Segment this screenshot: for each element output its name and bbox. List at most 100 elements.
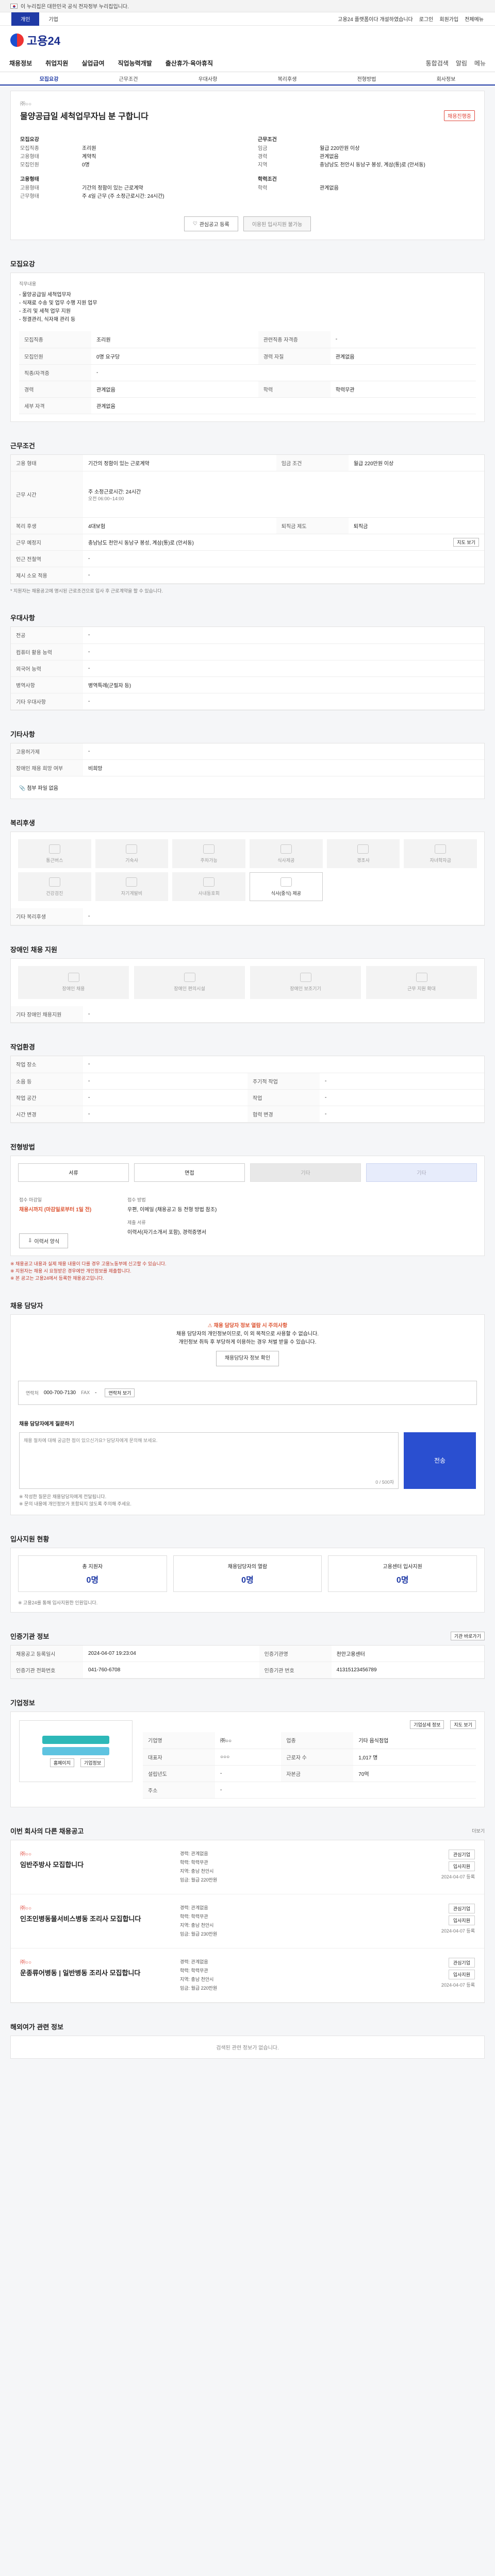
tab-requirements[interactable]: 모집요강 [9, 72, 89, 84]
field-key: 근무 시간 [11, 471, 83, 518]
resume-download-button[interactable]: ⇩ 이력서 양식 [19, 1233, 69, 1248]
step-other: 기타 [250, 1163, 361, 1182]
homepage-link[interactable]: 홈페이지 [50, 1758, 74, 1767]
job-apply-button[interactable]: 입사지원 [448, 1915, 475, 1925]
welfare-label: 건강검진 [46, 890, 63, 896]
summary-key: 모집직종 [20, 146, 39, 151]
more-link[interactable]: 더보기 [472, 1827, 485, 1834]
summary-section-title: 근무조건 [258, 137, 277, 143]
company-map-button[interactable]: 지도 보기 [450, 1720, 476, 1729]
stat-card: 고용센터 입사지원 0명 [328, 1555, 477, 1592]
field-value: - [83, 1106, 248, 1123]
field-value: - [320, 1073, 484, 1090]
interest-company-button[interactable]: 관심기업 [448, 1903, 475, 1913]
section-title: 기타사항 [10, 730, 35, 738]
apply-button[interactable]: 이용된 입사지원 불가능 [243, 216, 311, 231]
field-value: ㈜○○ [215, 1732, 282, 1749]
field-key: 소음 등 [11, 1073, 83, 1090]
interest-button[interactable]: ♡ 관심공고 등록 [184, 216, 238, 231]
company-logo: 홈페이지 기업정보 [19, 1720, 133, 1782]
job-headline: 물양공급일 세척업무자님 분 구합니다 [20, 112, 148, 121]
tab-welfare[interactable]: 복리후생 [248, 72, 327, 84]
list-item[interactable]: ㈜○○ 임반주방사 모집합니다 경력: 관계없음 학력: 학력무관 지역: 충남 천안… [11, 1840, 484, 1894]
tab-preference[interactable]: 우대사항 [168, 72, 248, 84]
welfare-label: 식사제공 [277, 857, 295, 863]
job-title[interactable]: 임반주방사 모집합니다 [20, 1859, 175, 1869]
field-key: 외국어 능력 [11, 660, 83, 677]
map-button[interactable]: 지도 보기 [453, 538, 479, 547]
view-contact-button[interactable]: 연락처 보기 [105, 1388, 135, 1397]
menu-icon[interactable]: 메뉴 [474, 59, 486, 67]
disability-label: 근무 지원 확대 [407, 986, 436, 991]
interest-company-button[interactable]: 관심기업 [448, 1849, 475, 1859]
field-value: 천안고용센터 [331, 1645, 484, 1662]
company-info-link[interactable]: 기업정보 [80, 1758, 105, 1767]
work-time-cell: 주 소정근로시간: 24시간 오전 06:00~14:00 [83, 471, 484, 518]
summary-key: 근무형태 [20, 194, 39, 199]
job-date: 2024-04-07 등록 [441, 1982, 475, 1988]
stat-value: 0명 [396, 1575, 409, 1585]
summary-value: 관계없음 [320, 185, 339, 191]
all-menu-link[interactable]: 전체메뉴 [465, 15, 484, 23]
contact-value: 000-700-7130 [43, 1389, 76, 1396]
list-item[interactable]: ㈜○○ 인조인병동물서비스병동 조리사 모집합니다 경력: 관계없음 학력: 학력무… [11, 1894, 484, 1948]
nav-support[interactable]: 취업지원 [45, 59, 68, 67]
gov-banner: 이 누리집은 대한민국 공식 전자정부 누리집입니다. [0, 0, 495, 12]
summary-key: 임금 [258, 146, 268, 151]
signup-link[interactable]: 회원가입 [439, 15, 458, 23]
agency-link-button[interactable]: 기관 바로가기 [450, 1631, 485, 1640]
notice-link[interactable]: 고용24 플랫폼이다 개설하였습니다 [338, 15, 412, 23]
field-key: 협력 변경 [248, 1106, 320, 1123]
welfare-section: 복리후생 통근버스 기숙사 주차가능 식사제공 경조사 자녀학자금 건강검진 자… [10, 818, 485, 926]
bell-icon[interactable]: 알림 [456, 59, 467, 67]
tab-company[interactable]: 회사정보 [406, 72, 486, 84]
field-key: 세부 자격 [19, 397, 91, 414]
job-meta: 지역: 충남 천안시 [180, 1922, 214, 1928]
section-title: 전형방법 [10, 1143, 35, 1151]
etc-table: 고용허가제 - 장애인 채용 희망 여부 비희망 [11, 743, 484, 776]
tab-process[interactable]: 전형방법 [327, 72, 406, 84]
applicant-stats: 총 지원자 0명 채용담당자의 열람 0명 고용센터 입사지원 0명 [11, 1548, 484, 1599]
nav-leave[interactable]: 출산휴가·육아휴직 [166, 59, 213, 67]
site-logo[interactable]: 고용24 [10, 32, 60, 48]
question-textarea[interactable]: 채용 절차에 대해 궁금한 점이 있으신가요? 담당자에게 문의해 보세요. 0… [19, 1432, 399, 1489]
step-document: 서류 [18, 1163, 129, 1182]
field-value: - [215, 1765, 282, 1782]
field-value: 조리원 [91, 331, 258, 348]
send-question-button[interactable]: 전송 [404, 1432, 476, 1489]
summary-section-title: 학력조건 [258, 177, 277, 182]
tab-conditions[interactable]: 근무조건 [89, 72, 168, 84]
field-key: 기타 복리후생 [11, 908, 83, 925]
similar-jobs-section: 이번 회사의 다른 채용공고 더보기 ㈜○○ 임반주방사 모집합니다 경력: 관계… [10, 1826, 485, 2003]
login-link[interactable]: 로그인 [419, 15, 434, 23]
open-contact-button[interactable]: 채용담당자 정보 확인 [216, 1350, 279, 1366]
list-item[interactable]: ㈜○○ 운종류어병동 | 일반병동 조리사 모집합니다 경력: 관계없음 학력: 학… [11, 1948, 484, 2003]
welfare-item: 자기계발비 [95, 872, 169, 901]
job-list: ㈜○○ 임반주방사 모집합니다 경력: 관계없음 학력: 학력무관 지역: 충남 천안… [10, 1839, 485, 2003]
job-title[interactable]: 운종류어병동 | 일반병동 조리사 모집합니다 [20, 1968, 175, 1977]
tab-personal[interactable]: 개인 [11, 12, 40, 26]
school-icon [435, 844, 447, 854]
disability-item: 장애인 채용 [18, 965, 129, 999]
job-apply-button[interactable]: 입사지원 [448, 1969, 475, 1979]
meal-icon [280, 844, 292, 854]
field-value: 월급 220만원 이상 [348, 454, 484, 471]
welfare-label: 식사(중식) 제공 [271, 890, 301, 896]
job-apply-button[interactable]: 입사지원 [448, 1861, 475, 1871]
field-key: 기타 장애인 채용지원 [11, 1006, 83, 1023]
tab-business[interactable]: 기업 [39, 12, 67, 26]
nav-unemployment[interactable]: 실업급여 [81, 59, 104, 67]
gift-icon [357, 844, 369, 854]
docs-label: 제출 서류 [127, 1219, 146, 1225]
search-icon[interactable]: 통합검색 [426, 59, 449, 67]
logo-bar [42, 1747, 109, 1755]
nav-jobs[interactable]: 채용정보 [9, 59, 32, 67]
company-detail-button[interactable]: 기업상세 정보 [410, 1720, 444, 1729]
interest-company-button[interactable]: 관심기업 [448, 1957, 475, 1968]
duty-label: 직무내용 [19, 281, 37, 286]
summary-value: 월급 220만원 이상 [320, 146, 360, 151]
job-title[interactable]: 인조인병동물서비스병동 조리사 모집합니다 [20, 1913, 175, 1923]
field-key: 인증기관명 [259, 1645, 332, 1662]
job-date: 2024-04-07 등록 [441, 1928, 475, 1934]
nav-training[interactable]: 직업능력개발 [118, 59, 152, 67]
